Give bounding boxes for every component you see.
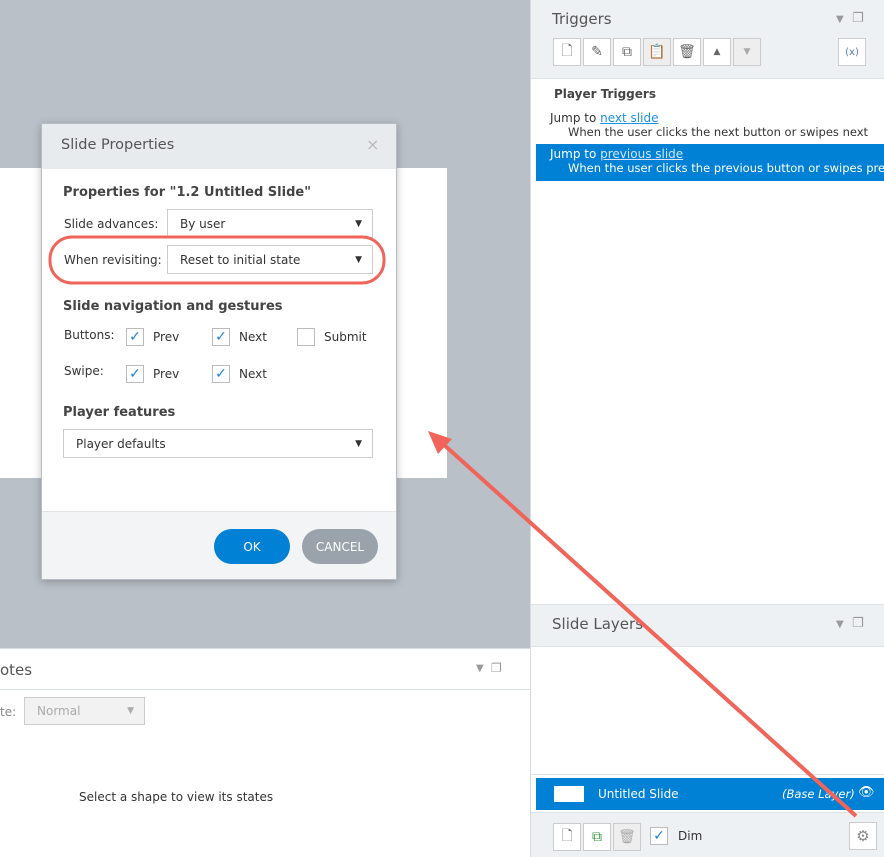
new-document-icon: 🗋 [561,828,573,844]
when-revisiting-label: When revisiting: [64,253,162,267]
slide-advances-label: Slide advances: [64,217,159,231]
dim-checkbox[interactable]: ✓ [650,827,668,845]
checkbox-label: Submit [324,330,367,344]
state-label: te: [0,705,17,719]
chevron-down-icon: ▼ [355,254,362,265]
trash-icon: 🗑 [618,829,636,845]
panel-float-icon[interactable]: ❐ [852,616,864,631]
paste-icon: 📋 [648,44,666,60]
chevron-down-icon: ▼ [355,218,362,229]
checkbox-label: Prev [153,367,180,381]
checkbox-label: Prev [153,330,180,344]
trigger-item-selected[interactable]: Jump to previous slide When the user cli… [536,144,884,181]
state-value: Normal [37,704,81,718]
checkbox-label: Next [239,330,267,344]
buttons-submit-checkbox[interactable] [297,328,315,346]
gear-icon: ⚙ [856,827,870,845]
trigger-item[interactable]: Jump to next slide When the user clicks … [536,108,884,143]
trigger-target-link[interactable]: next slide [600,111,658,125]
chevron-down-icon: ▼ [127,706,134,716]
new-layer-button[interactable]: 🗋 [553,823,581,851]
buttons-prev-checkbox[interactable]: ✓ [126,328,144,346]
panel-float-icon[interactable]: ❐ [852,11,864,26]
player-features-dropdown[interactable]: Player defaults ▼ [63,429,373,458]
copy-icon: ⧉ [622,44,632,60]
edit-icon: ✎ [591,44,603,60]
trigger-condition: When the user clicks the previous button… [568,161,884,175]
dim-label: Dim [678,829,703,843]
when-revisiting-value: Reset to initial state [180,252,301,267]
dialog-title: Slide Properties [61,137,175,153]
layer-row-base[interactable]: Untitled Slide (Base Layer) 👁 [536,778,884,810]
checkbox-label: Next [239,367,267,381]
trigger-action: Jump to [550,111,597,125]
slide-layers-title: Slide Layers [552,615,644,633]
eye-icon[interactable]: 👁 [858,785,875,800]
paste-trigger-button[interactable]: 📋 [643,38,671,66]
panel-float-icon[interactable]: ❐ [491,661,502,675]
properties-heading: Properties for "1.2 Untitled Slide" [63,185,311,200]
swipe-prev-checkbox[interactable]: ✓ [126,365,144,383]
triggers-title: Triggers [552,10,612,28]
layer-thumbnail [554,786,584,802]
states-panel: otes ▼ ❐ te: Normal ▼ Select a shape to v… [0,648,530,857]
close-icon[interactable]: × [366,135,379,154]
edit-trigger-button[interactable]: ✎ [583,38,611,66]
player-features-value: Player defaults [76,436,166,451]
layer-name: Untitled Slide [598,787,679,801]
trigger-target-link[interactable]: previous slide [600,147,683,161]
duplicate-layer-button[interactable]: ⧉ [583,823,611,851]
when-revisiting-dropdown[interactable]: Reset to initial state ▼ [167,245,373,274]
variables-icon: (x) [845,46,859,58]
delete-trigger-button[interactable]: 🗑 [673,38,701,66]
slide-advances-value: By user [180,216,226,231]
move-up-button[interactable]: ▲ [703,38,731,66]
trigger-action: Jump to [550,147,597,161]
new-document-icon: 🗋 [561,43,573,59]
ok-button[interactable]: OK [214,529,290,564]
layer-properties-button[interactable]: ⚙ [849,822,877,850]
player-features-heading: Player features [63,405,176,420]
trash-icon: 🗑 [678,44,696,60]
swipe-next-checkbox[interactable]: ✓ [212,365,230,383]
cancel-button[interactable]: CANCEL [302,529,378,564]
arrow-up-icon: ▲ [713,47,721,57]
panel-menu-icon[interactable]: ▼ [836,619,844,630]
panel-menu-icon[interactable]: ▼ [836,14,844,25]
copy-trigger-button[interactable]: ⧉ [613,38,641,66]
new-trigger-button[interactable]: 🗋 [553,38,581,66]
slide-advances-dropdown[interactable]: By user ▼ [167,209,373,238]
panel-menu-icon[interactable]: ▼ [476,663,484,674]
chevron-down-icon: ▼ [355,438,362,449]
arrow-down-icon: ▼ [743,47,751,57]
empty-states-text: Select a shape to view its states [79,790,274,804]
state-dropdown[interactable]: Normal ▼ [24,697,145,725]
duplicate-icon: ⧉ [592,829,602,845]
buttons-label: Buttons: [64,328,115,342]
delete-layer-button[interactable]: 🗑 [613,823,641,851]
buttons-next-checkbox[interactable]: ✓ [212,328,230,346]
trigger-condition: When the user clicks the next button or … [568,125,869,139]
slide-properties-dialog: Slide Properties × Properties for "1.2 U… [41,123,397,580]
right-panel: Triggers ▼ ❐ 🗋 ✎ ⧉ 📋 🗑 ▲ ▼ (x) Player Tr… [530,0,884,857]
move-down-button[interactable]: ▼ [733,38,761,66]
variables-button[interactable]: (x) [838,38,866,66]
nav-heading: Slide navigation and gestures [63,299,283,314]
layer-tag: (Base Layer) [782,787,855,801]
swipe-label: Swipe: [64,364,104,378]
panel-title: otes [0,661,33,679]
trigger-section-title: Player Triggers [554,87,656,101]
